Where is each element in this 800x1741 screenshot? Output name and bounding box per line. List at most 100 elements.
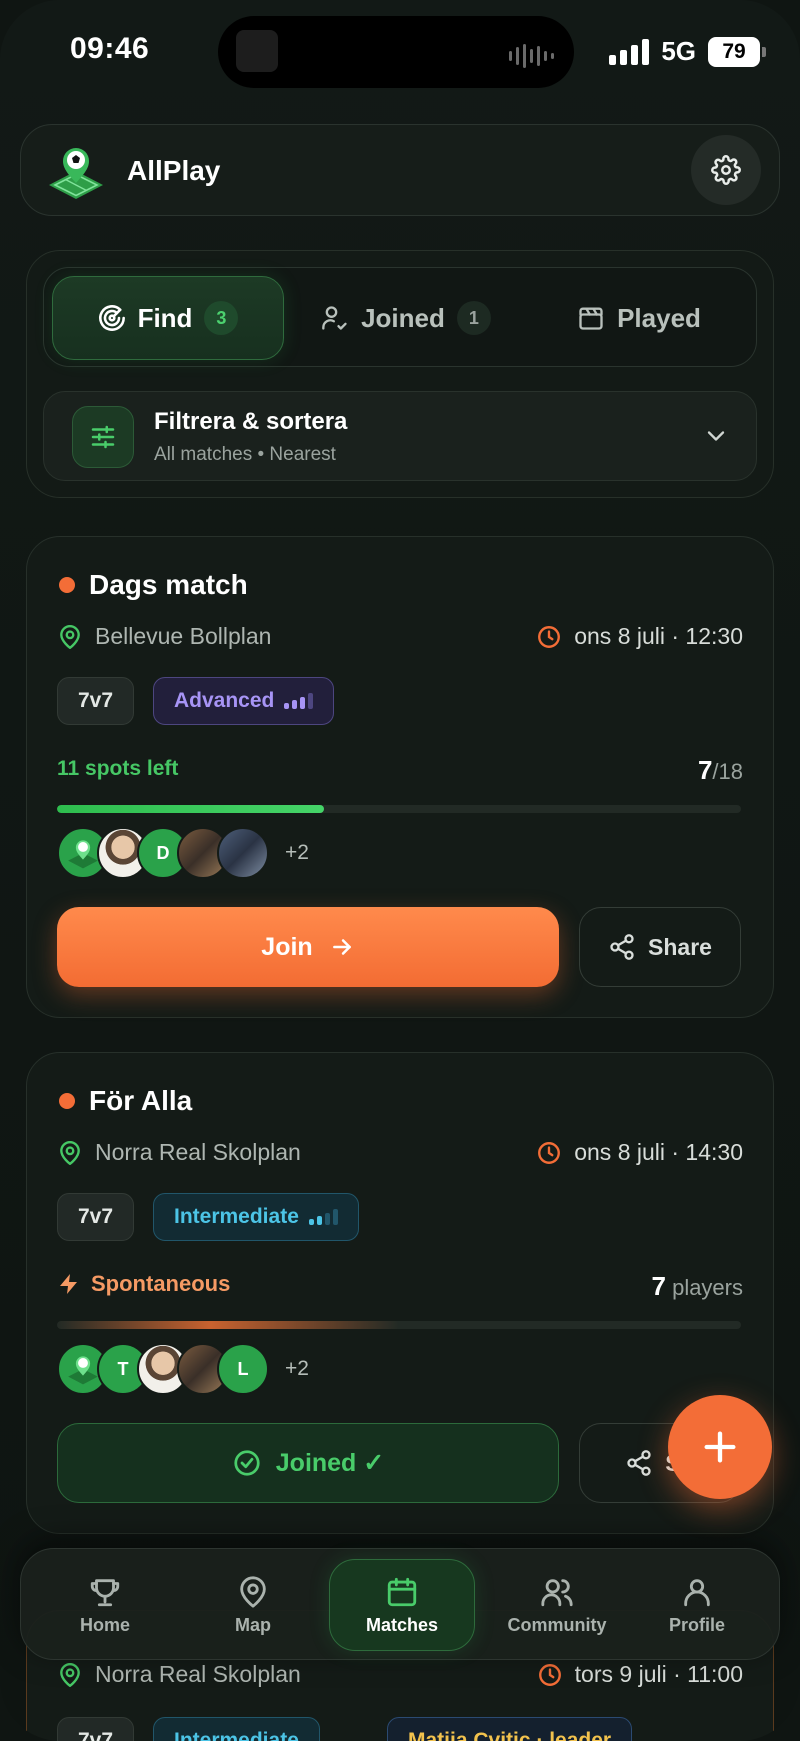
share-label: Share xyxy=(648,933,712,960)
tab-find-label: Find xyxy=(137,302,193,333)
nav-map-label: Map xyxy=(235,1614,271,1635)
level-label: Intermediate xyxy=(174,1729,299,1741)
status-indicators: 5G 79 xyxy=(609,36,766,67)
match-venue: Bellevue Bollplan xyxy=(57,623,271,650)
share-button[interactable]: Share xyxy=(579,907,741,987)
avatar: L xyxy=(217,1343,269,1395)
network-label: 5G xyxy=(661,36,696,66)
sliders-icon xyxy=(72,406,134,468)
join-label: Join xyxy=(261,932,313,961)
level-label: Advanced xyxy=(174,689,275,712)
tab-played-label: Played xyxy=(617,302,701,333)
user-icon xyxy=(684,1578,710,1606)
format-chip: 7v7 xyxy=(57,677,135,725)
capacity: /18 xyxy=(712,759,743,784)
match-datetime: ons 8 juli · 14:30 xyxy=(536,1139,743,1166)
clock-icon xyxy=(538,625,561,648)
nav-matches-label: Matches xyxy=(365,1614,439,1635)
format-chip: 7v7 xyxy=(57,1717,135,1741)
share-icon xyxy=(610,934,634,960)
nav-profile[interactable]: Profile xyxy=(627,1559,767,1651)
tab-played[interactable]: Played xyxy=(528,276,750,360)
calendar-icon xyxy=(387,1577,417,1606)
activity-progress xyxy=(57,1321,741,1329)
players-number: 7 xyxy=(651,1271,666,1301)
soccer-pin-icon xyxy=(49,148,103,199)
create-match-button[interactable] xyxy=(668,1395,772,1499)
dynamic-island xyxy=(218,16,574,88)
match-datetime: tors 9 juli · 11:00 xyxy=(537,1661,743,1688)
match-card[interactable]: Dags match Bellevue Bollplan ons 8 juli … xyxy=(26,536,774,1018)
gear-icon xyxy=(711,155,741,185)
status-dot xyxy=(59,1093,75,1109)
venue-name: Norra Real Skolplan xyxy=(95,1661,301,1687)
capacity-progress-fill xyxy=(57,805,324,813)
map-pin-icon xyxy=(60,624,80,649)
level-bars-icon xyxy=(284,693,314,709)
joined-label: Joined ✓ xyxy=(275,1449,385,1477)
audio-wave-icon xyxy=(509,44,554,68)
venue-name: Bellevue Bollplan xyxy=(95,623,272,649)
soccer-pin-icon xyxy=(68,840,98,869)
joined-button[interactable]: Joined ✓ xyxy=(57,1423,559,1503)
lightning-icon xyxy=(60,1274,77,1294)
more-participants: +2 xyxy=(285,1357,309,1380)
participant-avatars[interactable]: D +2 xyxy=(57,827,309,879)
match-venue: Norra Real Skolplan xyxy=(57,1661,301,1688)
share-icon xyxy=(627,1450,651,1476)
tab-joined-count: 1 xyxy=(456,301,491,335)
tab-joined[interactable]: Joined 1 xyxy=(290,276,522,360)
activity-progress-fill xyxy=(57,1321,399,1329)
radar-icon xyxy=(98,305,125,331)
nav-matches[interactable]: Matches xyxy=(329,1559,475,1651)
check-circle-icon xyxy=(234,1450,260,1476)
tab-find[interactable]: Find 3 xyxy=(52,276,284,360)
avatar xyxy=(217,827,269,879)
datetime-text: tors 9 juli · 11:00 xyxy=(574,1661,743,1687)
status-time: 09:46 xyxy=(70,32,150,65)
nav-community[interactable]: Community xyxy=(479,1559,635,1651)
nav-home[interactable]: Home xyxy=(35,1559,175,1651)
filter-sort-dropdown[interactable]: Filtrera & sortera All matches • Nearest xyxy=(43,391,757,481)
camera-icon xyxy=(236,30,278,72)
datetime-text: ons 8 juli · 12:30 xyxy=(574,623,743,649)
clapperboard-icon xyxy=(579,307,603,330)
match-card[interactable]: För Alla Norra Real Skolplan ons 8 juli … xyxy=(26,1052,774,1534)
arrow-right-icon xyxy=(332,939,351,955)
plus-icon xyxy=(704,1431,736,1463)
match-title: För Alla xyxy=(89,1085,193,1116)
match-tabs-panel: Find 3 Joined 1 Played Filtrera & sorter… xyxy=(26,250,774,498)
level-chip: Intermediate xyxy=(153,1193,359,1241)
battery-level: 79 xyxy=(722,39,746,63)
phone-screen: 09:46 5G 79 AllPlay Find 3 Joined 1 Play… xyxy=(0,0,800,1741)
trophy-icon xyxy=(90,1578,120,1606)
match-title: Dags match xyxy=(89,569,248,600)
leader-label: Matija Cvitic · leader xyxy=(408,1729,612,1741)
nav-community-label: Community xyxy=(507,1614,607,1635)
map-pin-icon xyxy=(60,1662,80,1687)
status-dot xyxy=(59,577,75,593)
spots-left: 11 spots left xyxy=(57,757,179,780)
clock-icon xyxy=(538,1141,561,1164)
users-icon xyxy=(541,1578,573,1606)
bottom-navigation: Home Map Matches Community Profile xyxy=(20,1548,780,1660)
match-type-label: Spontaneous xyxy=(91,1271,231,1296)
match-venue: Norra Real Skolplan xyxy=(57,1139,301,1166)
battery-icon: 79 xyxy=(708,36,766,67)
player-count: 7/18 xyxy=(698,755,743,786)
tab-bar: Find 3 Joined 1 Played xyxy=(43,267,757,367)
format-chip: 7v7 xyxy=(57,1193,135,1241)
settings-button[interactable] xyxy=(691,135,761,205)
join-button[interactable]: Join xyxy=(57,907,559,987)
match-datetime: ons 8 juli · 12:30 xyxy=(536,623,743,650)
nav-map[interactable]: Map xyxy=(183,1559,323,1651)
user-check-icon xyxy=(322,306,347,330)
chevron-down-icon xyxy=(707,431,725,441)
participant-avatars[interactable]: T L +2 xyxy=(57,1343,309,1395)
app-header: AllPlay xyxy=(20,124,780,216)
venue-name: Norra Real Skolplan xyxy=(95,1139,301,1165)
filter-subtitle: All matches • Nearest xyxy=(154,444,336,465)
nav-profile-label: Profile xyxy=(668,1614,725,1635)
players-label: players xyxy=(672,1275,743,1300)
leader-chip: Matija Cvitic · leader xyxy=(387,1717,633,1741)
